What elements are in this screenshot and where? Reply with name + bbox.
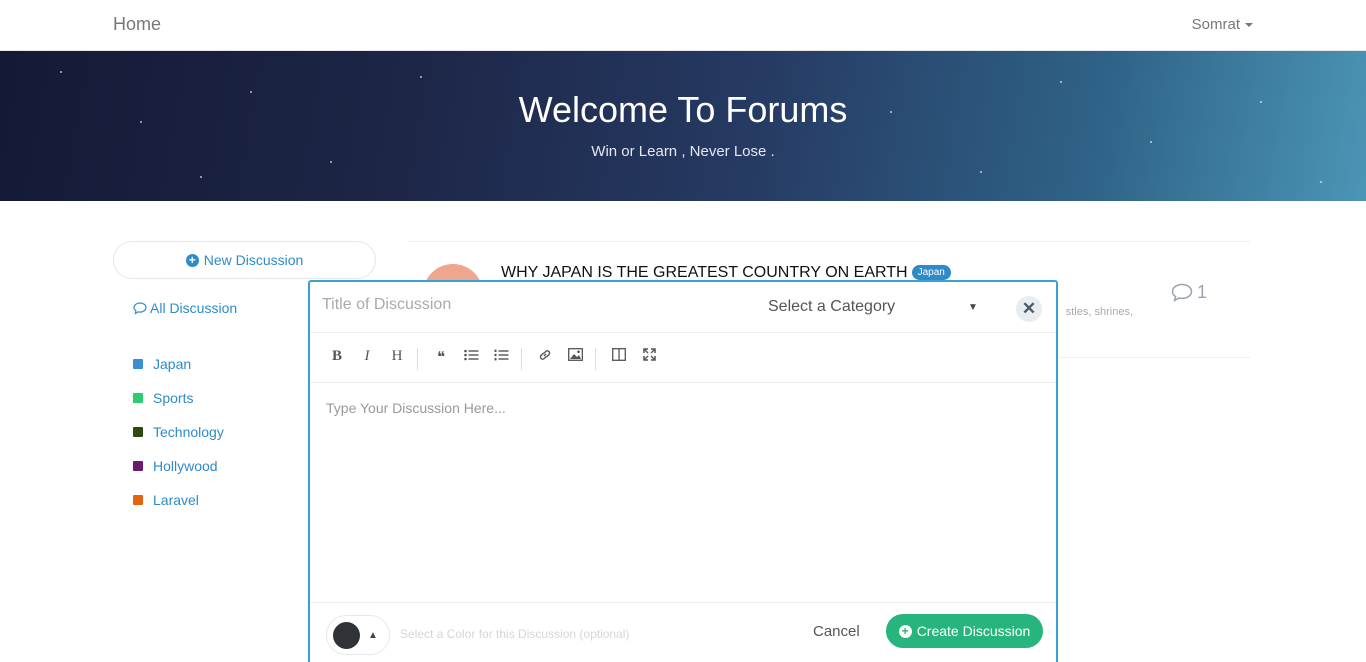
category-label: Technology: [153, 424, 224, 440]
category-select[interactable]: Select a Category: [768, 298, 978, 316]
new-discussion-label: New Discussion: [203, 252, 304, 268]
category-color-swatch: [133, 393, 143, 403]
modal-footer: ▲ Select a Color for this Discussion (op…: [310, 602, 1056, 662]
user-menu[interactable]: Somrat: [1192, 16, 1253, 33]
category-item-laravel[interactable]: Laravel: [133, 483, 224, 517]
new-discussion-button[interactable]: + New Discussion: [113, 241, 376, 279]
hero-banner: Welcome To Forums Win or Learn , Never L…: [0, 51, 1366, 201]
caret-up-icon: ▲: [368, 629, 378, 641]
category-color-swatch: [133, 359, 143, 369]
discussion-excerpt: stles, shrines,: [1065, 306, 1133, 318]
home-link[interactable]: Home: [113, 14, 161, 35]
comment-count: 1: [1171, 282, 1207, 303]
discussion-title-input[interactable]: [322, 296, 742, 314]
link-icon[interactable]: [534, 348, 556, 366]
cancel-button[interactable]: Cancel: [813, 623, 860, 640]
close-button[interactable]: ✕: [1016, 296, 1042, 322]
color-swatch: [333, 621, 360, 649]
color-picker[interactable]: ▲: [326, 615, 390, 655]
toolbar-divider: [595, 348, 596, 370]
hero-subtitle: Win or Learn , Never Lose .: [591, 143, 775, 160]
color-hint-text: Select a Color for this Discussion (opti…: [400, 627, 630, 641]
comment-count-value: 1: [1196, 282, 1207, 302]
category-label: Sports: [153, 390, 194, 406]
discussion-title-text: WHY JAPAN IS THE GREATEST COUNTRY ON EAR…: [501, 264, 908, 281]
category-color-swatch: [133, 461, 143, 471]
quote-icon[interactable]: ❝: [430, 348, 452, 366]
category-item-sports[interactable]: Sports: [133, 381, 224, 415]
new-discussion-modal: Select a Category ▼ ✕ B I H ❝ Type Your …: [308, 280, 1058, 662]
bold-button[interactable]: B: [326, 348, 348, 365]
unordered-list-icon[interactable]: [460, 348, 482, 365]
italic-button[interactable]: I: [356, 348, 378, 365]
category-item-hollywood[interactable]: Hollywood: [133, 449, 224, 483]
category-label: Japan: [153, 356, 192, 372]
toolbar-divider: [417, 348, 418, 370]
category-color-swatch: [133, 427, 143, 437]
top-navbar: Home Somrat: [0, 0, 1366, 51]
all-discussion-link[interactable]: All Discussion: [133, 300, 237, 316]
category-label: Hollywood: [153, 458, 218, 474]
plus-circle-icon: +: [185, 253, 199, 267]
category-color-swatch: [133, 495, 143, 505]
user-name: Somrat: [1191, 16, 1240, 33]
create-discussion-label: Create Discussion: [916, 623, 1031, 639]
plus-circle-icon: +: [898, 624, 912, 638]
toolbar-divider: [521, 348, 522, 370]
image-icon[interactable]: [564, 348, 586, 365]
comment-icon: [1171, 283, 1193, 302]
heading-button[interactable]: H: [386, 348, 408, 365]
category-item-japan[interactable]: Japan: [133, 347, 224, 381]
comment-icon: [133, 301, 147, 315]
category-label: Laravel: [153, 492, 199, 508]
discussion-body-editor[interactable]: Type Your Discussion Here...: [326, 400, 506, 416]
editor-toolbar: B I H ❝: [310, 334, 1056, 383]
category-badge: Japan: [911, 265, 951, 280]
caret-down-icon: [1245, 23, 1253, 28]
hero-title: Welcome To Forums: [518, 89, 848, 130]
ordered-list-icon[interactable]: [490, 348, 512, 365]
side-by-side-icon[interactable]: [608, 348, 630, 365]
create-discussion-button[interactable]: + Create Discussion: [886, 614, 1043, 648]
category-list: Japan Sports Technology Hollywood Larave…: [133, 347, 224, 517]
all-discussion-label: All Discussion: [150, 300, 238, 316]
fullscreen-icon[interactable]: [638, 348, 660, 365]
category-item-technology[interactable]: Technology: [133, 415, 224, 449]
modal-header: Select a Category ▼ ✕: [310, 282, 1056, 333]
dropdown-arrow-icon: ▼: [968, 302, 978, 313]
